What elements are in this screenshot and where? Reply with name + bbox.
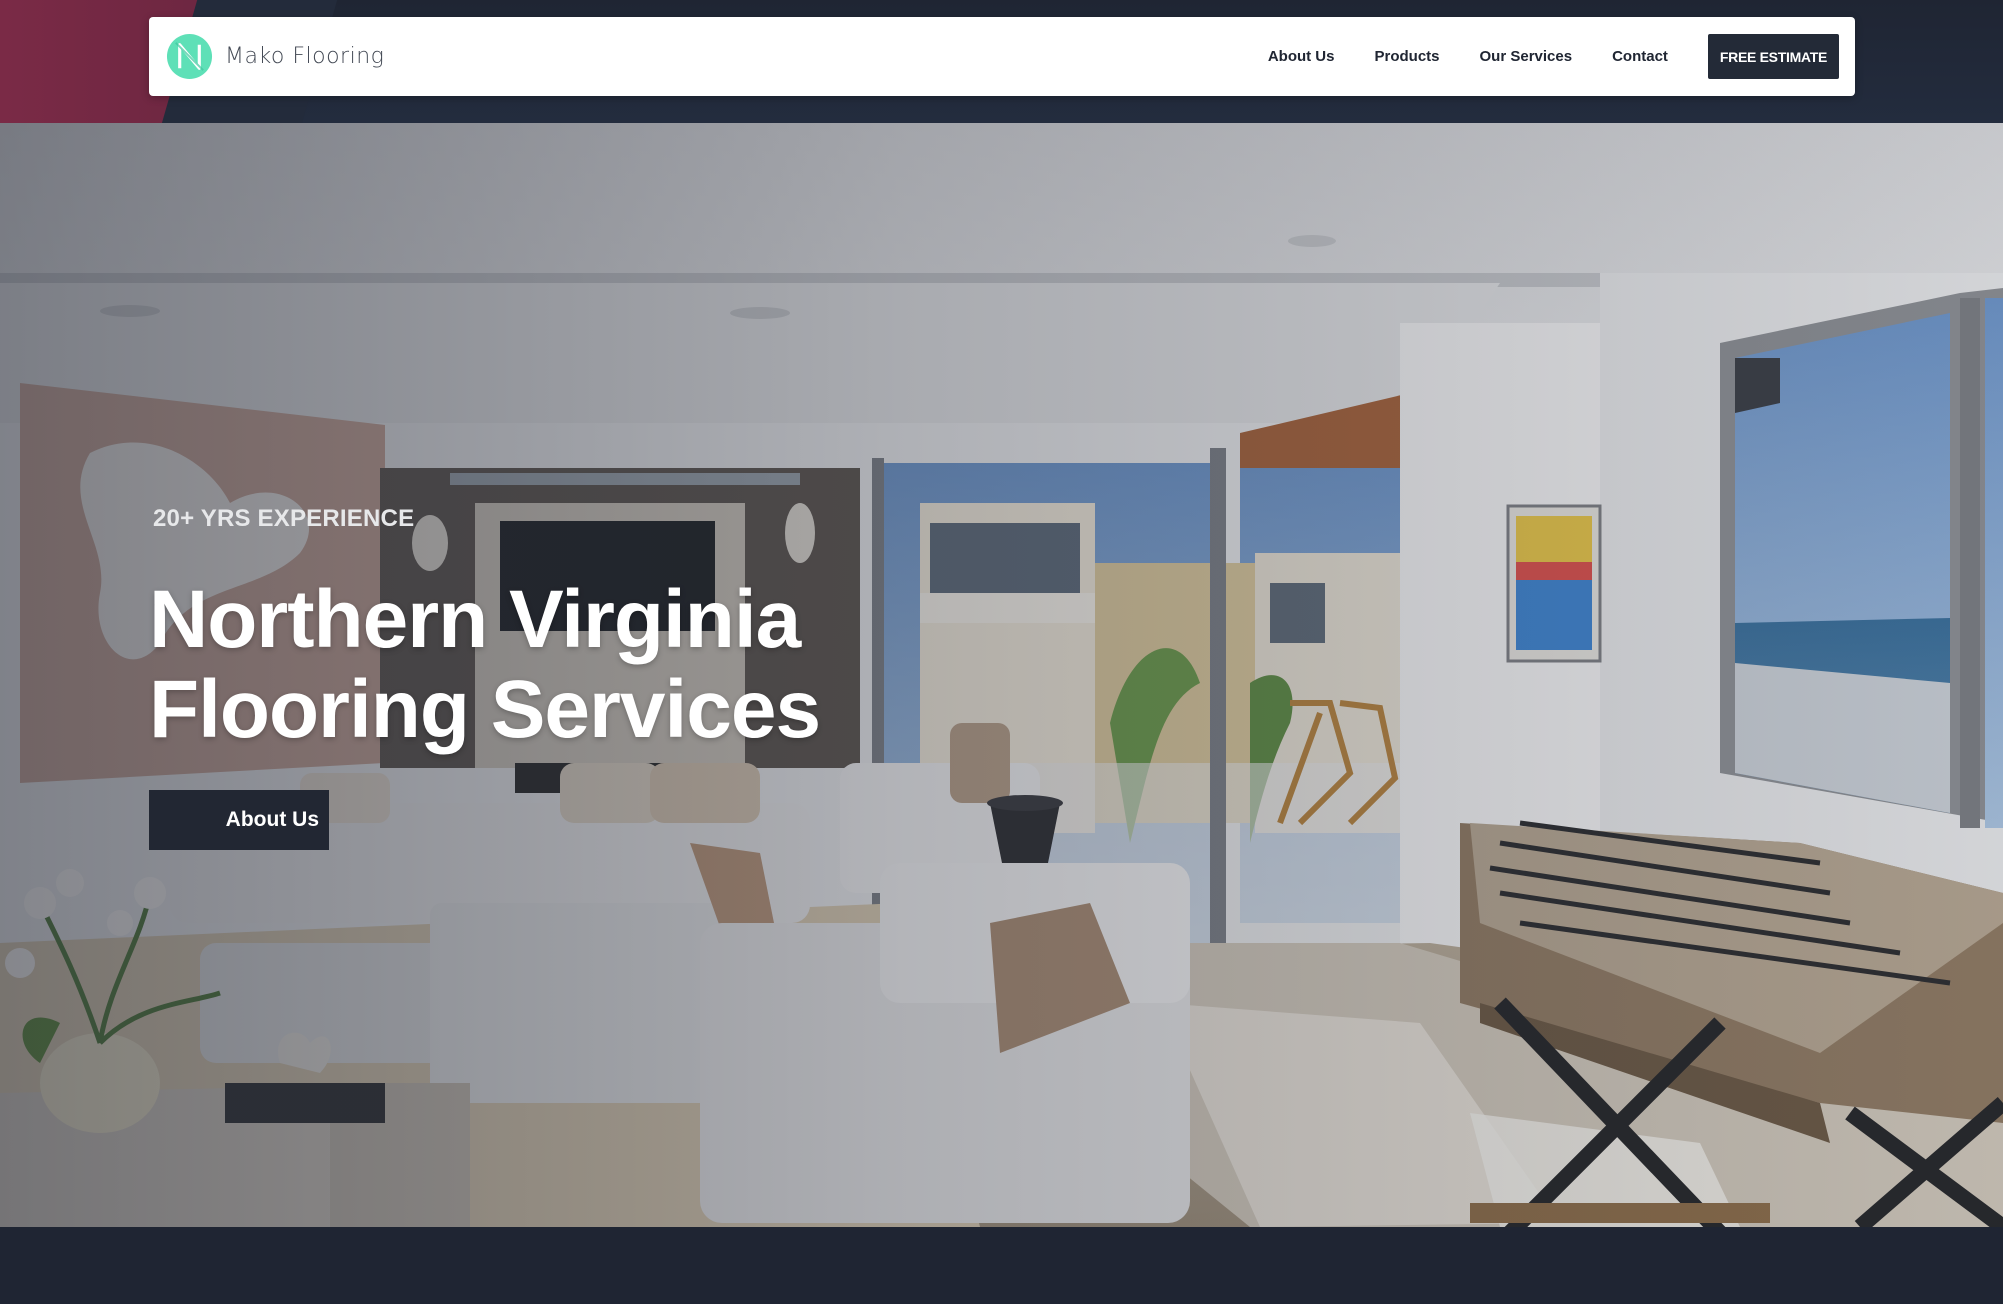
hero-heading: Northern Virginia Flooring Services bbox=[149, 575, 1049, 755]
hero-heading-line-1: Northern Virginia bbox=[149, 574, 801, 665]
nav-item-contact[interactable]: Contact bbox=[1612, 48, 1668, 65]
nav-item-about-us[interactable]: About Us bbox=[1268, 48, 1335, 65]
mako-logo-icon bbox=[166, 33, 213, 80]
hero-heading-line-2: Flooring Services bbox=[149, 664, 821, 755]
about-us-button[interactable]: About Us bbox=[149, 790, 329, 850]
logo[interactable]: Mako Flooring bbox=[166, 33, 384, 80]
experience-eyebrow: 20+ YRS EXPERIENCE bbox=[153, 505, 415, 532]
brand-name: Mako Flooring bbox=[225, 44, 385, 69]
footer-band bbox=[0, 1227, 2003, 1304]
navbar: Mako Flooring About Us Products Our Serv… bbox=[149, 17, 1855, 96]
main-nav: About Us Products Our Services Contact F… bbox=[1268, 34, 1839, 79]
nav-item-our-services[interactable]: Our Services bbox=[1480, 48, 1573, 65]
hero-section: 20+ YRS EXPERIENCE Northern Virginia Flo… bbox=[0, 123, 2003, 1227]
nav-item-products[interactable]: Products bbox=[1375, 48, 1440, 65]
free-estimate-button[interactable]: FREE ESTIMATE bbox=[1707, 34, 1839, 79]
